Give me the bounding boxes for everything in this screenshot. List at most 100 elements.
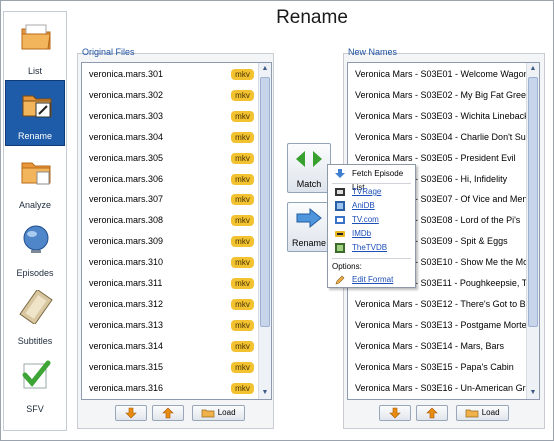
file-name: veronica.mars.316 [89, 382, 164, 393]
new-names-scrollbar[interactable]: ▲ ▼ [526, 63, 539, 399]
folder-icon [202, 409, 215, 418]
list-item[interactable]: veronica.mars.313 mkv [82, 315, 258, 336]
menu-item-tvcom[interactable]: TV.com [328, 213, 415, 227]
list-item[interactable]: veronica.mars.312 mkv [82, 294, 258, 315]
film-strip-icon [19, 290, 53, 324]
list-item[interactable]: veronica.mars.301 mkv [82, 64, 258, 85]
load-original-button[interactable]: Load [192, 405, 245, 421]
list-item[interactable]: veronica.mars.314 mkv [82, 336, 258, 357]
file-type-badge: mkv [231, 69, 254, 80]
sidebar-item-sfv[interactable]: SFV [5, 352, 65, 418]
arrow-up-icon [162, 407, 174, 419]
file-name: veronica.mars.310 [89, 257, 164, 268]
menu-separator [332, 183, 411, 184]
list-item[interactable]: Veronica Mars - S03E03 - Wichita Linebac… [348, 106, 526, 127]
file-name: veronica.mars.307 [89, 194, 164, 205]
list-item[interactable]: veronica.mars.309 mkv [82, 231, 258, 252]
globe-icon [23, 225, 49, 253]
menu-options-header: Options: [328, 260, 415, 274]
file-type-badge: mkv [231, 361, 254, 373]
list-item[interactable]: veronica.mars.306 mkv [82, 169, 258, 190]
episode-name: Veronica Mars - S03E03 - Wichita Linebac… [355, 110, 526, 121]
list-item[interactable]: Veronica Mars - S03E15 - Papa's Cabin [348, 357, 526, 378]
scroll-up-icon[interactable]: ▲ [527, 63, 539, 75]
new-names-title: New Names [348, 47, 398, 57]
list-item[interactable]: Veronica Mars - S03E12 - There's Got to … [348, 294, 526, 315]
episode-name: Veronica Mars - S03E01 - Welcome Wagon [355, 69, 526, 79]
move-down-button[interactable] [115, 405, 147, 421]
menu-item-fetch-episode-list[interactable]: Fetch Episode List [328, 167, 415, 192]
menu-source-label: TVRage [352, 187, 382, 196]
list-item[interactable]: Veronica Mars - S03E02 - My Big Fat Gree… [348, 85, 526, 106]
sidebar-item-subtitles[interactable]: Subtitles [5, 284, 65, 350]
tvcom-icon [335, 216, 345, 224]
scroll-down-icon[interactable]: ▼ [527, 387, 539, 399]
file-name: veronica.mars.315 [89, 361, 164, 372]
list-item[interactable]: veronica.mars.305 mkv [82, 148, 258, 169]
original-files-scrollbar[interactable]: ▲ ▼ [258, 63, 271, 399]
sidebar-item-rename[interactable]: Rename [5, 80, 65, 146]
menu-item-tvrage[interactable]: TVRage [328, 185, 415, 199]
list-item[interactable]: veronica.mars.303 mkv [82, 106, 258, 127]
file-name: veronica.mars.305 [89, 152, 164, 163]
list-item[interactable]: Veronica Mars - S03E01 - Welcome Wagon [348, 64, 526, 85]
file-type-badge: mkv [231, 278, 254, 289]
arrow-down-icon [389, 407, 401, 419]
menu-item-anidb[interactable]: AniDB [328, 199, 415, 213]
menu-options-label: Options: [332, 262, 362, 271]
imdb-icon [335, 231, 345, 237]
load-new-names-button[interactable]: Load [456, 405, 509, 421]
folder-icon [21, 24, 51, 50]
file-name: veronica.mars.312 [89, 298, 164, 309]
list-item[interactable]: veronica.mars.315 mkv [82, 357, 258, 378]
menu-item-edit-format[interactable]: Edit Format [328, 273, 415, 287]
scroll-thumb[interactable] [260, 77, 270, 327]
sidebar-item-analyze[interactable]: Analyze [5, 148, 65, 214]
episode-name: Veronica Mars - S03E12 - There's Got to … [355, 298, 526, 309]
file-name: veronica.mars.303 [89, 110, 164, 121]
edit-pencil-icon [335, 275, 345, 285]
move-up-button[interactable] [152, 405, 184, 421]
match-button[interactable]: Match [287, 143, 331, 193]
menu-item-thetvdb[interactable]: TheTVDB [328, 241, 415, 255]
list-item[interactable]: veronica.mars.307 mkv [82, 189, 258, 210]
list-item[interactable]: veronica.mars.311 mkv [82, 273, 258, 294]
load-label: Load [481, 408, 500, 417]
sidebar-item-label: SFV [26, 404, 44, 414]
list-item[interactable]: veronica.mars.316 mkv [82, 378, 258, 399]
scroll-thumb[interactable] [528, 77, 538, 327]
original-files-list[interactable]: veronica.mars.301 mkv veronica.mars.302 mkv… [81, 62, 272, 400]
list-item[interactable]: veronica.mars.308 mkv [82, 210, 258, 231]
sidebar-item-label: List [27, 66, 42, 76]
sidebar-item-label: Subtitles [17, 336, 53, 346]
list-item[interactable]: Veronica Mars - S03E04 - Charlie Don't S… [348, 127, 526, 148]
sidebar-item-episodes[interactable]: Episodes [5, 216, 65, 282]
sidebar-item-list[interactable]: List [5, 14, 65, 80]
list-item[interactable]: Veronica Mars - S03E14 - Mars, Bars [348, 336, 526, 357]
list-item[interactable]: Veronica Mars - S03E13 - Postgame Mortem [348, 315, 526, 336]
list-item[interactable]: veronica.mars.310 mkv [82, 252, 258, 273]
list-item[interactable]: veronica.mars.304 mkv [82, 127, 258, 148]
list-item[interactable]: Veronica Mars - S03E16 - Un-American Gra… [348, 378, 526, 399]
menu-separator [332, 258, 411, 259]
scroll-up-icon[interactable]: ▲ [259, 63, 271, 75]
rename-label: Rename [291, 238, 327, 248]
file-name: veronica.mars.306 [89, 173, 164, 184]
file-type-badge: mkv [231, 173, 254, 185]
fetch-arrow-icon [335, 169, 345, 178]
folder-icon [466, 409, 479, 418]
move-up-button[interactable] [416, 405, 448, 421]
menu-item-imdb[interactable]: IMDb [328, 227, 415, 241]
move-down-button[interactable] [379, 405, 411, 421]
episode-name: Veronica Mars - S03E14 - Mars, Bars [355, 340, 505, 351]
sidebar-item-label: Rename [17, 131, 53, 141]
scroll-down-icon[interactable]: ▼ [259, 387, 271, 399]
list-item[interactable]: veronica.mars.302 mkv [82, 85, 258, 106]
rename-button[interactable]: Rename [287, 202, 331, 252]
folder-analyze-icon [21, 162, 51, 185]
file-type-badge: mkv [231, 319, 254, 331]
arrow-down-icon [125, 407, 137, 419]
file-type-badge: mkv [231, 382, 254, 394]
file-name: veronica.mars.313 [89, 319, 164, 330]
file-type-badge: mkv [231, 257, 254, 269]
